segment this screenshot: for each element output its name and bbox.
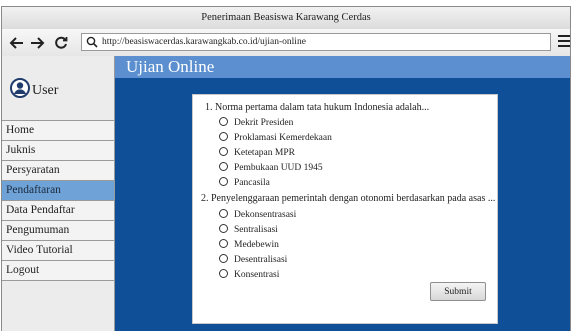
forward-arrow-icon[interactable] <box>30 36 45 50</box>
option-label: Pancasila <box>234 178 270 188</box>
option-label: Konsentrasi <box>234 270 280 280</box>
user-avatar-icon <box>10 78 30 98</box>
page-title: Ujian Online <box>115 56 570 78</box>
radio-button[interactable] <box>219 224 228 233</box>
radio-button[interactable] <box>219 162 228 171</box>
radio-button[interactable] <box>219 147 228 156</box>
option-label: Pembukaan UUD 1945 <box>234 163 323 173</box>
radio-button[interactable] <box>219 177 228 186</box>
question-1-text: 1. Norma pertama dalam tata hukum Indone… <box>205 102 430 113</box>
sidebar-item-juknis[interactable]: Juknis <box>2 141 114 161</box>
sidebar-item-video-tutorial[interactable]: Video Tutorial <box>2 241 114 261</box>
radio-button[interactable] <box>219 239 228 248</box>
reload-icon[interactable] <box>54 36 68 50</box>
question-2-option-b[interactable]: Sentralisasi <box>219 224 278 235</box>
question-1-option-a[interactable]: Dekrit Presiden <box>219 117 293 128</box>
question-2-option-a[interactable]: Dekonsentrasasi <box>219 209 296 220</box>
question-1-option-e[interactable]: Pancasila <box>219 177 270 188</box>
sidebar-item-home[interactable]: Home <box>2 121 114 141</box>
search-icon <box>86 36 98 48</box>
hamburger-menu-icon[interactable] <box>558 34 570 48</box>
option-label: Ketetapan MPR <box>234 148 295 158</box>
question-2-option-c[interactable]: Medebewin <box>219 239 279 250</box>
sidebar-item-pengumuman[interactable]: Pengumuman <box>2 221 114 241</box>
sidebar-item-pendaftaran[interactable]: Pendaftaran <box>2 181 114 201</box>
option-label: Desentralisasi <box>234 255 288 265</box>
radio-button[interactable] <box>219 209 228 218</box>
sidebar: User Home Juknis Persyaratan Pendaftaran… <box>2 56 115 331</box>
option-label: Dekonsentrasasi <box>234 210 297 220</box>
address-bar: http://beasiswacerdas.karawangkab.co.id/… <box>2 29 570 57</box>
radio-button[interactable] <box>219 254 228 263</box>
option-label: Dekrit Presiden <box>234 118 294 128</box>
sidebar-item-logout[interactable]: Logout <box>2 261 114 281</box>
radio-button[interactable] <box>219 117 228 126</box>
url-field[interactable]: http://beasiswacerdas.karawangkab.co.id/… <box>81 33 551 51</box>
sidebar-item-persyaratan[interactable]: Persyaratan <box>2 161 114 181</box>
window-title: Penerimaan Beasiswa Karawang Cerdas <box>2 7 570 30</box>
main-content: Ujian Online 1. Norma pertama dalam tata… <box>115 56 570 331</box>
back-arrow-icon[interactable] <box>9 36 24 50</box>
browser-window: Penerimaan Beasiswa Karawang Cerdas http… <box>1 6 571 331</box>
radio-button[interactable] <box>219 132 228 141</box>
radio-button[interactable] <box>219 269 228 278</box>
exam-panel: 1. Norma pertama dalam tata hukum Indone… <box>192 94 498 324</box>
question-2-text: 2. Penyelenggaraan pemerintah dengan oto… <box>201 193 496 204</box>
question-1-option-c[interactable]: Ketetapan MPR <box>219 147 295 158</box>
question-2-option-d[interactable]: Desentralisasi <box>219 254 287 265</box>
user-profile: User <box>2 56 114 121</box>
option-label: Proklamasi Kemerdekaan <box>234 133 332 143</box>
submit-button[interactable]: Submit <box>430 282 486 301</box>
option-label: Sentralisasi <box>234 225 278 235</box>
user-label: User <box>32 83 59 98</box>
url-text: http://beasiswacerdas.karawangkab.co.id/… <box>102 37 306 47</box>
option-label: Medebewin <box>234 240 279 250</box>
sidebar-item-data-pendaftar[interactable]: Data Pendaftar <box>2 201 114 221</box>
question-2-option-e[interactable]: Konsentrasi <box>219 269 279 280</box>
question-1-option-d[interactable]: Pembukaan UUD 1945 <box>219 162 323 173</box>
question-1-option-b[interactable]: Proklamasi Kemerdekaan <box>219 132 332 143</box>
